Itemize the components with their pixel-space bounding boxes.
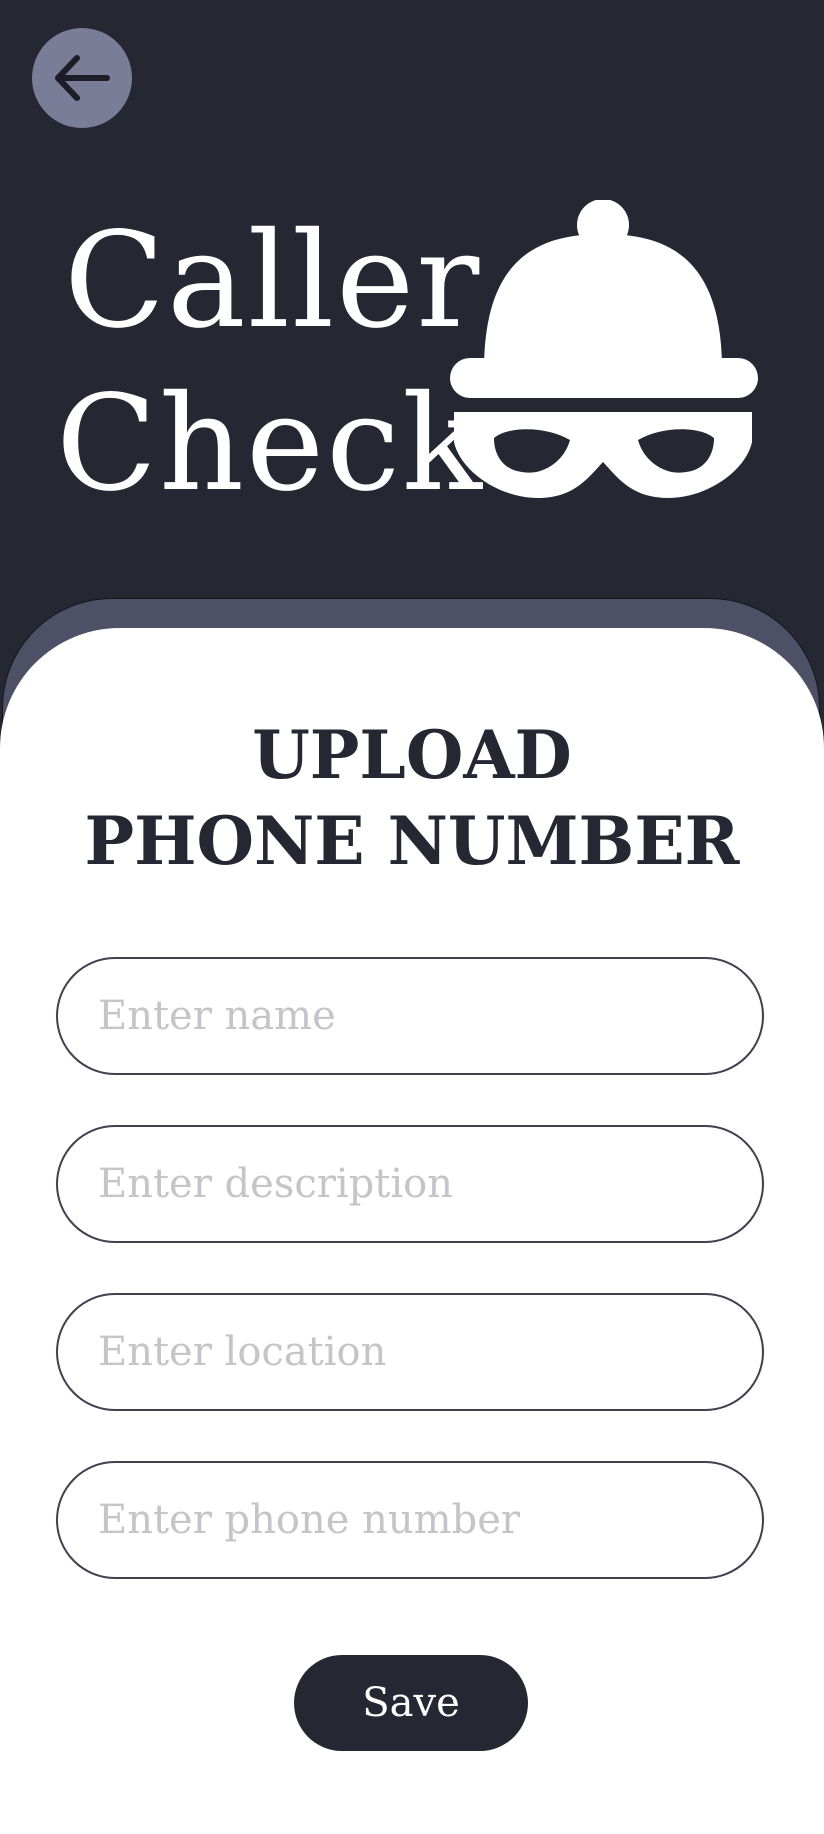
save-button[interactable]: Save — [294, 1655, 528, 1751]
description-input[interactable] — [58, 1127, 762, 1241]
description-field — [56, 1125, 764, 1243]
incognito-spy-icon — [446, 200, 762, 500]
form-title: UPLOAD PHONE NUMBER — [0, 712, 824, 884]
location-field — [56, 1293, 764, 1411]
arrow-left-icon — [47, 43, 117, 113]
app-header: Caller Check — [0, 0, 824, 640]
brand-title-line1: Caller — [64, 204, 482, 358]
name-input[interactable] — [58, 959, 762, 1073]
location-input[interactable] — [58, 1295, 762, 1409]
brand-title-line2: Check — [56, 367, 485, 521]
form-title-line2: PHONE NUMBER — [84, 802, 740, 880]
phone-field — [56, 1461, 764, 1579]
form-title-line1: UPLOAD — [252, 716, 572, 794]
name-field — [56, 957, 764, 1075]
back-button[interactable] — [32, 28, 132, 128]
phone-input[interactable] — [58, 1463, 762, 1577]
